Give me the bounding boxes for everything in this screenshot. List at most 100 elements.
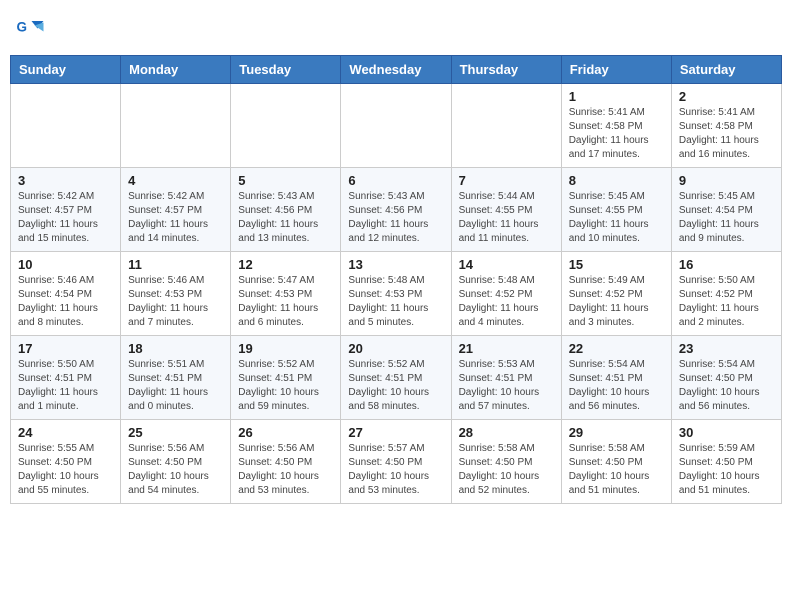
day-number: 15: [569, 257, 664, 272]
day-number: 23: [679, 341, 774, 356]
calendar-cell: 6 Sunrise: 5:43 AM Sunset: 4:56 PM Daylig…: [341, 168, 451, 252]
week-row-1: 1 Sunrise: 5:41 AM Sunset: 4:58 PM Daylig…: [11, 84, 782, 168]
calendar-cell: 30 Sunrise: 5:59 AM Sunset: 4:50 PM Dayli…: [671, 420, 781, 504]
day-number: 19: [238, 341, 333, 356]
day-number: 27: [348, 425, 443, 440]
calendar-cell: 10 Sunrise: 5:46 AM Sunset: 4:54 PM Dayli…: [11, 252, 121, 336]
day-info: Sunrise: 5:56 AM Sunset: 4:50 PM Dayligh…: [128, 442, 223, 498]
day-number: 26: [238, 425, 333, 440]
day-info: Sunrise: 5:44 AM Sunset: 4:55 PM Dayligh…: [459, 190, 554, 246]
day-info: Sunrise: 5:49 AM Sunset: 4:52 PM Dayligh…: [569, 274, 664, 330]
day-number: 4: [128, 173, 223, 188]
day-number: 6: [348, 173, 443, 188]
day-info: Sunrise: 5:41 AM Sunset: 4:58 PM Dayligh…: [569, 106, 664, 162]
day-number: 9: [679, 173, 774, 188]
day-number: 21: [459, 341, 554, 356]
calendar-cell: 14Sunrise: 5:48 AM Sunset: 4:52 PM Dayli…: [451, 252, 561, 336]
day-info: Sunrise: 5:56 AM Sunset: 4:50 PM Dayligh…: [238, 442, 333, 498]
day-info: Sunrise: 5:45 AM Sunset: 4:55 PM Dayligh…: [569, 190, 664, 246]
day-info: Sunrise: 5:52 AM Sunset: 4:51 PM Dayligh…: [238, 358, 333, 414]
day-info: Sunrise: 5:54 AM Sunset: 4:50 PM Dayligh…: [679, 358, 774, 414]
header-thursday: Thursday: [451, 56, 561, 84]
calendar-cell: 11 Sunrise: 5:46 AM Sunset: 4:53 PM Dayli…: [121, 252, 231, 336]
calendar-cell: 21 Sunrise: 5:53 AM Sunset: 4:51 PM Dayli…: [451, 336, 561, 420]
header-sunday: Sunday: [11, 56, 121, 84]
day-number: 16: [679, 257, 774, 272]
header-tuesday: Tuesday: [231, 56, 341, 84]
day-number: 5: [238, 173, 333, 188]
header: G: [10, 10, 782, 45]
day-info: Sunrise: 5:51 AM Sunset: 4:51 PM Dayligh…: [128, 358, 223, 414]
svg-text:G: G: [17, 20, 28, 35]
day-number: 25: [128, 425, 223, 440]
day-info: Sunrise: 5:55 AM Sunset: 4:50 PM Dayligh…: [18, 442, 113, 498]
calendar-cell: 9 Sunrise: 5:45 AM Sunset: 4:54 PM Daylig…: [671, 168, 781, 252]
day-number: 28: [459, 425, 554, 440]
calendar: SundayMondayTuesdayWednesdayThursdayFrid…: [10, 55, 782, 504]
week-row-4: 17 Sunrise: 5:50 AM Sunset: 4:51 PM Dayli…: [11, 336, 782, 420]
calendar-cell: 24 Sunrise: 5:55 AM Sunset: 4:50 PM Dayli…: [11, 420, 121, 504]
calendar-cell: 4 Sunrise: 5:42 AM Sunset: 4:57 PM Daylig…: [121, 168, 231, 252]
calendar-cell: 3Sunrise: 5:42 AM Sunset: 4:57 PM Daylig…: [11, 168, 121, 252]
day-info: Sunrise: 5:54 AM Sunset: 4:51 PM Dayligh…: [569, 358, 664, 414]
day-info: Sunrise: 5:46 AM Sunset: 4:54 PM Dayligh…: [18, 274, 113, 330]
calendar-cell: [231, 84, 341, 168]
calendar-cell: 26 Sunrise: 5:56 AM Sunset: 4:50 PM Dayli…: [231, 420, 341, 504]
calendar-cell: 7 Sunrise: 5:44 AM Sunset: 4:55 PM Daylig…: [451, 168, 561, 252]
calendar-cell: 17 Sunrise: 5:50 AM Sunset: 4:51 PM Dayli…: [11, 336, 121, 420]
day-number: 17: [18, 341, 113, 356]
header-friday: Friday: [561, 56, 671, 84]
day-number: 20: [348, 341, 443, 356]
calendar-cell: 2Sunrise: 5:41 AM Sunset: 4:58 PM Daylig…: [671, 84, 781, 168]
calendar-cell: 23 Sunrise: 5:54 AM Sunset: 4:50 PM Dayli…: [671, 336, 781, 420]
day-info: Sunrise: 5:45 AM Sunset: 4:54 PM Dayligh…: [679, 190, 774, 246]
calendar-cell: 8 Sunrise: 5:45 AM Sunset: 4:55 PM Daylig…: [561, 168, 671, 252]
header-monday: Monday: [121, 56, 231, 84]
header-saturday: Saturday: [671, 56, 781, 84]
calendar-cell: 12Sunrise: 5:47 AM Sunset: 4:53 PM Dayli…: [231, 252, 341, 336]
day-info: Sunrise: 5:42 AM Sunset: 4:57 PM Dayligh…: [128, 190, 223, 246]
day-info: Sunrise: 5:47 AM Sunset: 4:53 PM Dayligh…: [238, 274, 333, 330]
day-number: 7: [459, 173, 554, 188]
day-number: 11: [128, 257, 223, 272]
day-info: Sunrise: 5:58 AM Sunset: 4:50 PM Dayligh…: [459, 442, 554, 498]
day-number: 29: [569, 425, 664, 440]
day-info: Sunrise: 5:59 AM Sunset: 4:50 PM Dayligh…: [679, 442, 774, 498]
calendar-cell: 1 Sunrise: 5:41 AM Sunset: 4:58 PM Daylig…: [561, 84, 671, 168]
calendar-cell: 15 Sunrise: 5:49 AM Sunset: 4:52 PM Dayli…: [561, 252, 671, 336]
day-info: Sunrise: 5:43 AM Sunset: 4:56 PM Dayligh…: [348, 190, 443, 246]
calendar-cell: 5 Sunrise: 5:43 AM Sunset: 4:56 PM Daylig…: [231, 168, 341, 252]
calendar-cell: [11, 84, 121, 168]
logo-icon: G: [15, 15, 45, 45]
logo: G: [15, 15, 49, 45]
calendar-cell: 22 Sunrise: 5:54 AM Sunset: 4:51 PM Dayli…: [561, 336, 671, 420]
day-info: Sunrise: 5:52 AM Sunset: 4:51 PM Dayligh…: [348, 358, 443, 414]
day-number: 1: [569, 89, 664, 104]
week-row-5: 24 Sunrise: 5:55 AM Sunset: 4:50 PM Dayli…: [11, 420, 782, 504]
day-number: 2: [679, 89, 774, 104]
calendar-cell: 27Sunrise: 5:57 AM Sunset: 4:50 PM Dayli…: [341, 420, 451, 504]
day-info: Sunrise: 5:53 AM Sunset: 4:51 PM Dayligh…: [459, 358, 554, 414]
calendar-cell: 13Sunrise: 5:48 AM Sunset: 4:53 PM Dayli…: [341, 252, 451, 336]
day-number: 10: [18, 257, 113, 272]
calendar-cell: 18 Sunrise: 5:51 AM Sunset: 4:51 PM Dayli…: [121, 336, 231, 420]
week-row-3: 10 Sunrise: 5:46 AM Sunset: 4:54 PM Dayli…: [11, 252, 782, 336]
day-number: 24: [18, 425, 113, 440]
day-number: 22: [569, 341, 664, 356]
calendar-cell: [451, 84, 561, 168]
day-info: Sunrise: 5:48 AM Sunset: 4:52 PM Dayligh…: [459, 274, 554, 330]
header-wednesday: Wednesday: [341, 56, 451, 84]
day-info: Sunrise: 5:43 AM Sunset: 4:56 PM Dayligh…: [238, 190, 333, 246]
calendar-cell: [121, 84, 231, 168]
day-info: Sunrise: 5:58 AM Sunset: 4:50 PM Dayligh…: [569, 442, 664, 498]
day-info: Sunrise: 5:48 AM Sunset: 4:53 PM Dayligh…: [348, 274, 443, 330]
calendar-cell: [341, 84, 451, 168]
day-info: Sunrise: 5:46 AM Sunset: 4:53 PM Dayligh…: [128, 274, 223, 330]
calendar-cell: 20 Sunrise: 5:52 AM Sunset: 4:51 PM Dayli…: [341, 336, 451, 420]
day-number: 8: [569, 173, 664, 188]
day-number: 3: [18, 173, 113, 188]
day-number: 30: [679, 425, 774, 440]
calendar-cell: 25 Sunrise: 5:56 AM Sunset: 4:50 PM Dayli…: [121, 420, 231, 504]
day-info: Sunrise: 5:50 AM Sunset: 4:51 PM Dayligh…: [18, 358, 113, 414]
day-number: 18: [128, 341, 223, 356]
